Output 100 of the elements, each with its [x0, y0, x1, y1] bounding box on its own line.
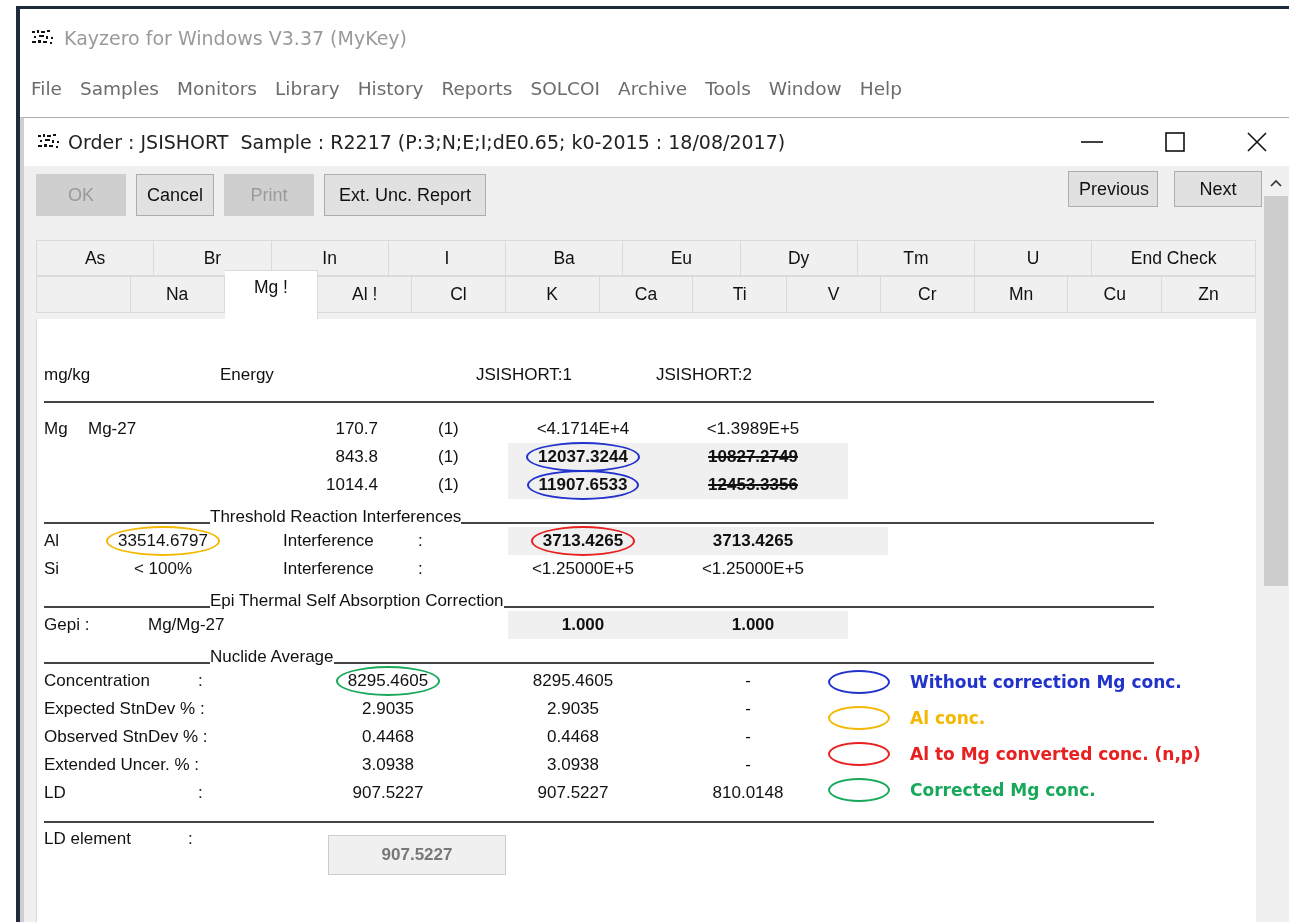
peak-label: (1) [438, 419, 459, 438]
menu-item[interactable]: Help [850, 77, 911, 99]
table-cell: 11907.6533 [538, 475, 628, 495]
table-cell: 2.9035 [362, 699, 414, 719]
tab[interactable]: In [271, 240, 389, 276]
tab[interactable]: Zn [1162, 276, 1256, 313]
tab[interactable]: Cr [880, 276, 975, 313]
menu-item[interactable]: File [22, 77, 71, 99]
tab[interactable]: Eu [623, 240, 741, 276]
table-cell: 8295.4605 [532, 671, 614, 691]
table-cell: - [745, 671, 751, 691]
row-label: LD [44, 783, 66, 802]
table-cell: 0.4468 [547, 727, 599, 747]
table-cell: 1.000 [561, 615, 605, 635]
nav-button[interactable]: Previous [1068, 171, 1158, 207]
element-label: Al [44, 531, 60, 550]
menu-item[interactable]: Reports [432, 77, 522, 99]
row-label: Extended Uncer. % : [44, 755, 199, 774]
table-cell: <1.25000E+5 [701, 559, 805, 579]
minimize-icon[interactable] [1081, 140, 1103, 144]
scroll-up-icon[interactable] [1268, 178, 1283, 188]
interference-label: Interference [283, 531, 374, 550]
table-cell: 907.5227 [537, 783, 609, 803]
table-cell: 907.5227 [352, 783, 424, 803]
table-cell: < 100% [133, 559, 193, 579]
tab[interactable]: End Check [1092, 240, 1256, 276]
column-header: Energy [220, 365, 275, 386]
table-cell: 1.000 [731, 615, 775, 635]
table-cell: - [745, 699, 751, 719]
section-title: Threshold Reaction Interferences [210, 507, 462, 527]
menu-item[interactable]: Samples [70, 77, 168, 99]
nav-button[interactable]: Next [1174, 171, 1262, 207]
tab[interactable]: As [36, 240, 155, 276]
window-title: Kayzero for Windows V3.37 (MyKey) [64, 27, 407, 49]
table-cell: <1.3989E+5 [706, 419, 800, 439]
nuclide-label: Mg-27 [88, 419, 137, 438]
table-cell: 810.0148 [712, 783, 784, 803]
peak-label: (1) [438, 447, 459, 466]
row-label: Expected StnDev % : [44, 699, 205, 718]
section-title: Nuclide Average [210, 647, 334, 667]
tab[interactable]: Tm [857, 240, 975, 276]
tab[interactable]: Na [130, 276, 225, 313]
legend-label: Without correction Mg conc. [910, 672, 1182, 692]
table-cell: 3.0938 [547, 755, 599, 775]
element-label: Si [44, 559, 60, 578]
tab[interactable]: Mn [974, 276, 1069, 313]
tab[interactable]: Ca [599, 276, 694, 313]
table-cell: 8295.4605 [347, 671, 429, 691]
table-cell: 3713.4265 [712, 531, 794, 551]
energy-value: 1014.4 [326, 475, 378, 494]
separator: : [188, 829, 193, 848]
tab[interactable]: Cu [1068, 276, 1163, 313]
section-title: Epi Thermal Self Absorption Correction [210, 591, 504, 611]
maximize-icon[interactable] [1165, 132, 1185, 152]
menu-item[interactable]: Monitors [168, 77, 266, 99]
table-cell: - [745, 727, 751, 747]
menu-item[interactable]: Library [265, 77, 349, 99]
table-cell: <4.1714E+4 [536, 419, 630, 439]
column-header: mg/kg [44, 365, 92, 386]
tab[interactable]: Cl [412, 276, 506, 313]
menu-item[interactable]: History [348, 77, 433, 99]
row-label: Observed StnDev % : [44, 727, 208, 746]
value-field: 907.5227 [328, 835, 506, 875]
row-label: LD element [44, 829, 131, 848]
row-label: Concentration [44, 671, 150, 690]
tab[interactable]: K [505, 276, 600, 313]
separator: : [198, 783, 203, 802]
tab[interactable]: Ba [506, 240, 624, 276]
column-header: JSISHORT:1 [476, 365, 574, 386]
interference-label: Interference [283, 559, 374, 578]
table-cell: 0.4468 [362, 727, 414, 747]
legend-label: Al conc. [910, 708, 986, 728]
window-title: Order : JSISHORT Sample : R2217 (P:3;N;E;I;dE0.65; k0-2015 : 18/08/2017) [68, 131, 786, 153]
menu-item[interactable]: Window [759, 77, 851, 99]
peak-label: (1) [438, 475, 459, 494]
element-label: Mg [44, 419, 68, 438]
tab[interactable]: Dy [740, 240, 858, 276]
close-icon[interactable] [1247, 132, 1267, 152]
toolbar-button[interactable]: Ext. Unc. Report [324, 174, 487, 216]
separator: : [198, 671, 203, 690]
table-cell: 3.0938 [362, 755, 414, 775]
tab[interactable]: U [975, 240, 1093, 276]
tab[interactable]: Br [154, 240, 272, 276]
menu-item[interactable]: SOLCOI [521, 77, 609, 99]
toolbar-button[interactable]: Cancel [136, 174, 215, 216]
menu-item[interactable]: Archive [609, 77, 697, 99]
table-cell: <1.25000E+5 [531, 559, 635, 579]
menu-item[interactable]: Tools [696, 77, 760, 99]
ratio-label: Mg/Mg-27 [148, 615, 225, 634]
column-header: JSISHORT:2 [656, 365, 754, 386]
tab[interactable]: Al ! [318, 276, 413, 313]
separator: : [418, 559, 423, 578]
tab[interactable]: Ti [693, 276, 788, 313]
table-cell: - [745, 755, 751, 775]
tab[interactable]: I [388, 240, 506, 276]
table-cell: 3713.4265 [542, 531, 624, 551]
table-cell: 12453.3356 [708, 475, 798, 495]
table-cell: 2.9035 [547, 699, 599, 719]
tab[interactable]: Mg ! [224, 270, 319, 319]
tab[interactable]: V [787, 276, 881, 313]
